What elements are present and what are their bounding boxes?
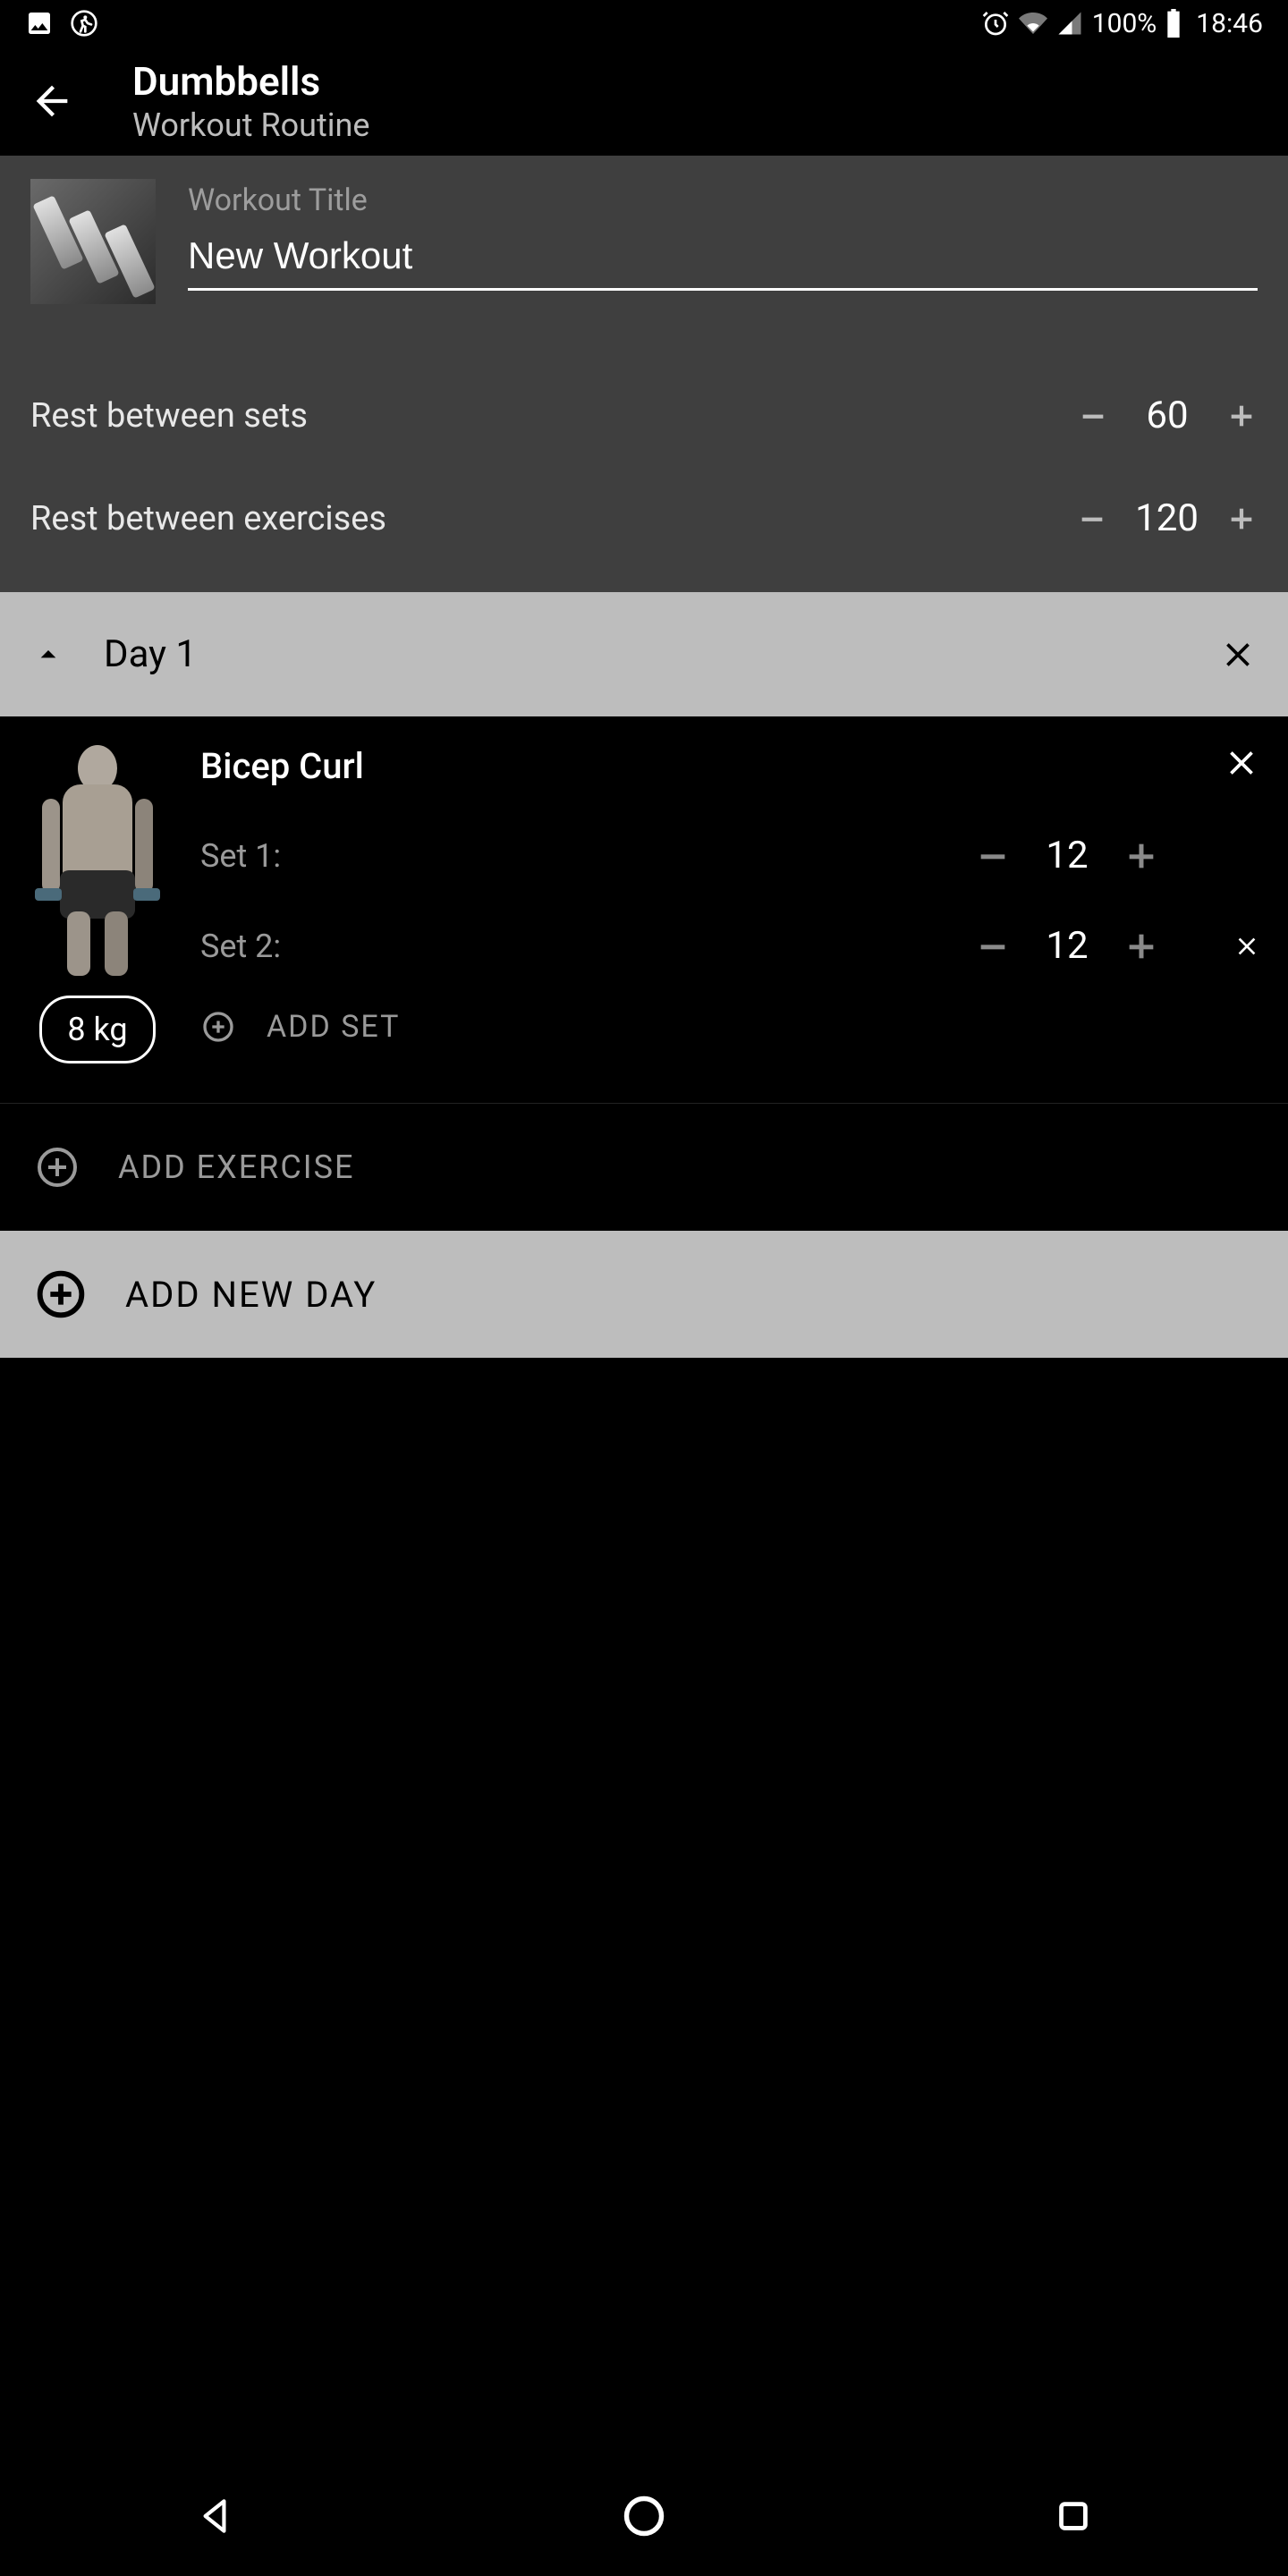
system-nav-bar — [0, 2456, 1288, 2576]
set-minus[interactable] — [975, 838, 1011, 874]
clock-time: 18:46 — [1196, 8, 1263, 39]
plus-circle-icon — [36, 1146, 79, 1189]
battery-percent: 100% — [1092, 8, 1157, 39]
set-minus[interactable] — [975, 928, 1011, 964]
day-header[interactable]: Day 1 — [0, 592, 1288, 716]
set-row: Set 1: 12 — [200, 834, 1258, 877]
exercise-name: Bicep Curl — [200, 745, 1258, 787]
day-delete-button[interactable] — [1218, 635, 1258, 674]
status-bar: 100% 18:46 — [0, 0, 1288, 47]
set-plus[interactable] — [1123, 838, 1159, 874]
wifi-icon — [1019, 9, 1047, 38]
exercise-weight-chip[interactable]: 8 kg — [39, 996, 155, 1063]
rest-exercises-plus[interactable] — [1225, 503, 1258, 535]
set-row: Set 2: 12 — [200, 924, 1258, 968]
set-remove-button[interactable] — [1233, 932, 1261, 961]
day-title: Day 1 — [104, 632, 197, 676]
exercise-delete-button[interactable] — [1222, 743, 1261, 783]
plus-circle-icon — [200, 1009, 236, 1045]
app-bar: Dumbbells Workout Routine — [0, 47, 1288, 156]
signal-icon — [1056, 10, 1083, 37]
set-label: Set 1: — [200, 837, 397, 875]
running-app-icon — [70, 9, 98, 38]
set-label: Set 2: — [200, 928, 397, 965]
set-reps-value: 12 — [1041, 834, 1093, 877]
rest-sets-stepper: 60 — [1077, 394, 1258, 437]
add-exercise-label: ADD EXERCISE — [118, 1148, 354, 1186]
back-button[interactable] — [29, 78, 93, 124]
set-plus[interactable] — [1123, 928, 1159, 964]
set-reps-value: 12 — [1041, 924, 1093, 968]
workout-settings-panel: Workout Title Rest between sets 60 Rest … — [0, 156, 1288, 592]
rest-exercises-stepper: 120 — [1076, 496, 1258, 540]
rest-sets-minus[interactable] — [1077, 400, 1109, 432]
workout-title-label: Workout Title — [188, 182, 1258, 218]
rest-exercises-value: 120 — [1135, 496, 1199, 540]
workout-thumbnail[interactable] — [30, 179, 156, 304]
rest-sets-label: Rest between sets — [30, 396, 308, 436]
chevron-up-icon — [30, 637, 66, 673]
add-set-button[interactable]: ADD SET — [200, 1009, 1258, 1045]
nav-back-button[interactable] — [186, 2487, 243, 2545]
rest-sets-value: 60 — [1136, 394, 1199, 437]
page-title: Dumbbells — [132, 58, 370, 105]
nav-recent-button[interactable] — [1045, 2487, 1102, 2545]
workout-title-input[interactable] — [188, 218, 1258, 291]
alarm-icon — [981, 9, 1010, 38]
rest-exercises-minus[interactable] — [1076, 503, 1108, 535]
add-set-label: ADD SET — [267, 1009, 400, 1045]
page-subtitle: Workout Routine — [132, 106, 370, 144]
exercise-card: 8 kg Bicep Curl Set 1: 12 Set 2: — [0, 716, 1288, 1104]
add-exercise-button[interactable]: ADD EXERCISE — [0, 1104, 1288, 1231]
plus-circle-icon — [36, 1269, 86, 1319]
gallery-icon — [25, 9, 54, 38]
nav-home-button[interactable] — [615, 2487, 673, 2545]
exercise-illustration — [35, 745, 160, 978]
rest-exercises-label: Rest between exercises — [30, 499, 386, 538]
add-day-button[interactable]: ADD NEW DAY — [0, 1231, 1288, 1358]
rest-sets-plus[interactable] — [1225, 400, 1258, 432]
battery-icon — [1165, 9, 1182, 38]
add-day-label: ADD NEW DAY — [125, 1274, 377, 1316]
